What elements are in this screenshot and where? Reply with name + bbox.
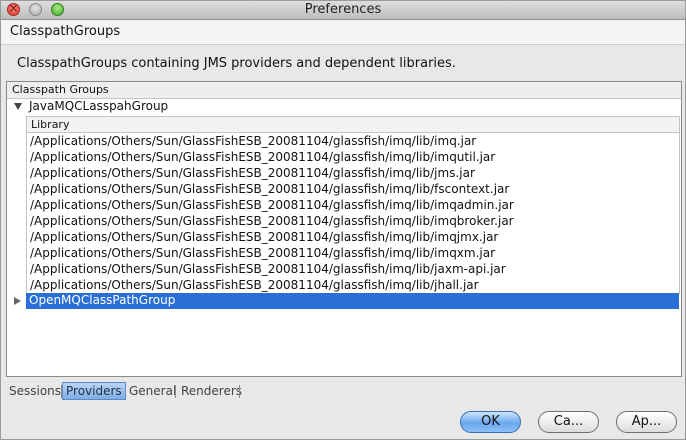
title-bar[interactable]: Preferences — [1, 1, 685, 20]
library-row[interactable]: /Applications/Others/Sun/GlassFishESB_20… — [27, 133, 679, 149]
library-row[interactable]: /Applications/Others/Sun/GlassFishESB_20… — [27, 149, 679, 165]
tab-providers[interactable]: Providers — [62, 382, 126, 400]
tab-sessions[interactable]: Sessions — [9, 383, 61, 399]
collapse-arrow-icon[interactable] — [14, 297, 21, 305]
library-row[interactable]: /Applications/Others/Sun/GlassFishESB_20… — [27, 165, 679, 181]
tree-column-header-label: Classpath Groups — [12, 83, 109, 96]
tab-renderers[interactable]: Renderers — [181, 383, 242, 399]
tree-node-label: JavaMQCLasspahGroup — [29, 99, 169, 113]
library-row[interactable]: /Applications/Others/Sun/GlassFishESB_20… — [27, 197, 679, 213]
tree-node-label: OpenMQClassPathGroup — [29, 293, 176, 307]
apply-button[interactable]: Ap... — [616, 411, 677, 433]
tree-node-collapsed-toggle[interactable] — [8, 293, 26, 309]
page-description: ClasspathGroups containing JMS providers… — [17, 56, 456, 71]
expand-arrow-icon[interactable] — [14, 103, 22, 110]
preferences-window: Preferences ClasspathGroups ClasspathGro… — [0, 0, 686, 440]
tab-general[interactable]: General — [129, 383, 176, 399]
library-row[interactable]: /Applications/Others/Sun/GlassFishESB_20… — [27, 261, 679, 277]
page-title: ClasspathGroups — [10, 24, 121, 39]
library-row[interactable]: /Applications/Others/Sun/GlassFishESB_20… — [27, 229, 679, 245]
library-column-header[interactable]: Library — [27, 117, 679, 133]
tree-column-header: Classpath Groups — [7, 82, 681, 99]
library-row[interactable]: /Applications/Others/Sun/GlassFishESB_20… — [27, 277, 679, 293]
ok-button[interactable]: OK — [460, 411, 521, 433]
page-title-bar: ClasspathGroups — [1, 20, 685, 45]
cancel-button[interactable]: Ca... — [538, 411, 599, 433]
tree-node-expanded-group[interactable]: JavaMQCLasspahGroup — [8, 99, 678, 115]
library-row[interactable]: /Applications/Others/Sun/GlassFishESB_20… — [27, 181, 679, 197]
library-row[interactable]: /Applications/Others/Sun/GlassFishESB_20… — [27, 245, 679, 261]
tree-node-selected-group[interactable]: OpenMQClassPathGroup — [26, 293, 679, 309]
library-table[interactable]: Library /Applications/Others/Sun/GlassFi… — [26, 116, 680, 294]
tab-separator — [175, 385, 176, 398]
library-row[interactable]: /Applications/Others/Sun/GlassFishESB_20… — [27, 213, 679, 229]
tab-separator — [239, 385, 240, 398]
classpath-groups-tree[interactable]: Classpath Groups JavaMQCLasspahGroup Lib… — [6, 81, 682, 377]
window-title: Preferences — [304, 2, 382, 17]
